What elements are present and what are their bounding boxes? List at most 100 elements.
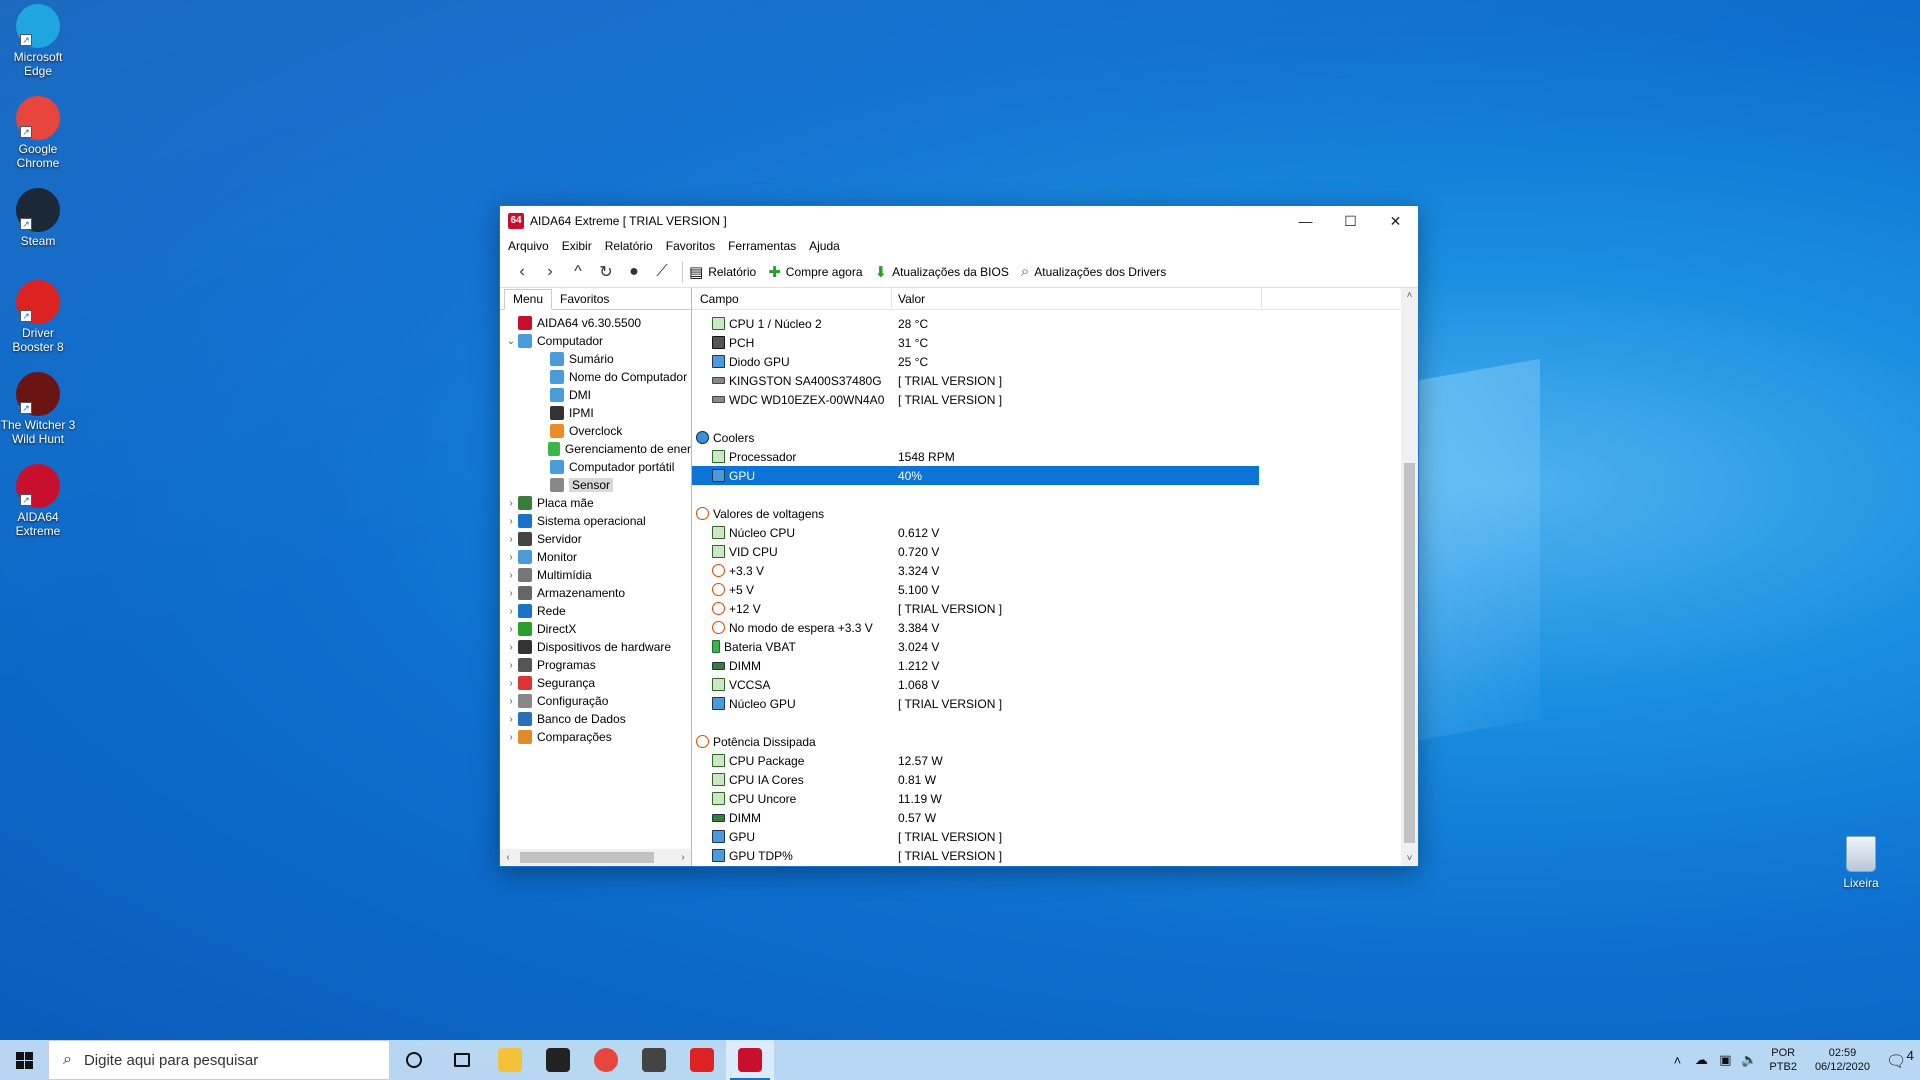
scroll-right-icon[interactable]: › bbox=[675, 852, 691, 863]
tree-item[interactable]: › Segurança bbox=[504, 674, 691, 692]
table-row[interactable]: +5 V 5.100 V bbox=[692, 580, 1398, 599]
table-row[interactable]: VCCSA 1.068 V bbox=[692, 675, 1398, 694]
chevron-right-icon[interactable]: › bbox=[504, 606, 518, 617]
tree-item[interactable]: › Servidor bbox=[504, 530, 691, 548]
scroll-up-icon[interactable]: ˄ bbox=[1401, 290, 1418, 301]
table-row[interactable]: DIMM 1.212 V bbox=[692, 656, 1398, 675]
tree-item[interactable]: › Banco de Dados bbox=[504, 710, 691, 728]
tree-item[interactable]: › Placa mãe bbox=[504, 494, 691, 512]
table-row[interactable]: No modo de espera +3.3 V 3.384 V bbox=[692, 618, 1398, 637]
tree-item[interactable]: IPMI bbox=[504, 404, 691, 422]
chevron-right-icon[interactable]: › bbox=[504, 516, 518, 527]
tree-item[interactable]: › Rede bbox=[504, 602, 691, 620]
table-row[interactable]: +3.3 V 3.324 V bbox=[692, 561, 1398, 580]
tab-menu[interactable]: Menu bbox=[504, 289, 553, 310]
onedrive-icon[interactable]: ☁ bbox=[1689, 1052, 1713, 1068]
table-row[interactable]: CPU Package 12.57 W bbox=[692, 751, 1398, 770]
group-header[interactable]: Coolers bbox=[692, 428, 1398, 447]
table-row[interactable] bbox=[692, 713, 1398, 732]
refresh-icon[interactable]: ↻ bbox=[592, 260, 620, 284]
chevron-right-icon[interactable]: › bbox=[504, 624, 518, 635]
network-icon[interactable]: ▣ bbox=[1713, 1052, 1737, 1068]
tree-item[interactable]: Gerenciamento de ener bbox=[504, 440, 691, 458]
chevron-right-icon[interactable]: › bbox=[504, 696, 518, 707]
chart-icon[interactable]: ⟋ bbox=[648, 260, 676, 284]
chevron-up-icon[interactable]: ˄ bbox=[1665, 1053, 1689, 1068]
tree-item[interactable]: › Dispositivos de hardware bbox=[504, 638, 691, 656]
table-row[interactable]: Núcleo CPU 0.612 V bbox=[692, 523, 1398, 542]
tree-item[interactable]: › Multimídia bbox=[504, 566, 691, 584]
scrollbar-thumb[interactable] bbox=[1404, 463, 1415, 843]
recycle-bin[interactable]: Lixeira bbox=[1826, 836, 1896, 890]
taskbar-app[interactable] bbox=[534, 1040, 582, 1080]
chevron-right-icon[interactable]: › bbox=[504, 642, 518, 653]
buy-now-button[interactable]: ✚ Compre agora bbox=[768, 263, 862, 281]
scroll-down-icon[interactable]: ˅ bbox=[1401, 853, 1418, 864]
start-button[interactable] bbox=[0, 1040, 48, 1080]
group-header[interactable]: Valores de voltagens bbox=[692, 504, 1398, 523]
maximize-button[interactable]: ☐ bbox=[1328, 206, 1373, 236]
menu-arquivo[interactable]: Arquivo bbox=[508, 239, 549, 253]
desktop-icon[interactable]: ↗ AIDA64 Extreme bbox=[0, 464, 76, 538]
table-row[interactable]: GPU 40% bbox=[692, 466, 1259, 485]
scrollbar-thumb[interactable] bbox=[520, 852, 654, 863]
back-icon[interactable]: ‹ bbox=[508, 260, 536, 284]
taskbar-app[interactable] bbox=[582, 1040, 630, 1080]
up-icon[interactable]: ^ bbox=[564, 260, 592, 284]
chevron-right-icon[interactable]: › bbox=[504, 732, 518, 743]
title-bar[interactable]: 64 AIDA64 Extreme [ TRIAL VERSION ] — ☐ … bbox=[500, 206, 1418, 236]
chevron-down-icon[interactable]: ⌄ bbox=[504, 336, 518, 347]
bios-updates-button[interactable]: ⬇ Atualizações da BIOS bbox=[875, 263, 1009, 281]
notification-center-button[interactable]: 🗨4 bbox=[1880, 1048, 1920, 1071]
tree-item[interactable]: Nome do Computador bbox=[504, 368, 691, 386]
desktop-icon[interactable]: ↗ Driver Booster 8 bbox=[0, 280, 76, 354]
tree-item[interactable]: › Sistema operacional bbox=[504, 512, 691, 530]
table-row[interactable]: CPU IA Cores 0.81 W bbox=[692, 770, 1398, 789]
tree-item[interactable]: ⌄ Computador bbox=[504, 332, 691, 350]
taskbar-app[interactable] bbox=[390, 1040, 438, 1080]
clock[interactable]: 02:59 06/12/2020 bbox=[1815, 1046, 1870, 1074]
table-row[interactable]: CPU Uncore 11.19 W bbox=[692, 789, 1398, 808]
driver-updates-button[interactable]: ⌕ Atualizações dos Drivers bbox=[1021, 263, 1166, 280]
chevron-right-icon[interactable]: › bbox=[504, 498, 518, 509]
group-header[interactable]: Potência Dissipada bbox=[692, 732, 1398, 751]
scroll-left-icon[interactable]: ‹ bbox=[500, 852, 516, 863]
report-button[interactable]: ▤ Relatório bbox=[689, 263, 756, 281]
column-valor[interactable]: Valor bbox=[892, 288, 1262, 309]
minimize-button[interactable]: — bbox=[1283, 206, 1328, 236]
taskbar-app[interactable] bbox=[438, 1040, 486, 1080]
chevron-right-icon[interactable]: › bbox=[504, 552, 518, 563]
table-row[interactable]: PCH 31 °C bbox=[692, 333, 1398, 352]
user-icon[interactable]: ● bbox=[620, 260, 648, 284]
column-campo[interactable]: Campo bbox=[692, 288, 892, 309]
table-row[interactable]: Núcleo GPU [ TRIAL VERSION ] bbox=[692, 694, 1398, 713]
tree-item[interactable]: DMI bbox=[504, 386, 691, 404]
chevron-right-icon[interactable]: › bbox=[504, 534, 518, 545]
tab-favoritos[interactable]: Favoritos bbox=[552, 290, 617, 309]
taskbar-app[interactable] bbox=[726, 1040, 774, 1080]
table-row[interactable] bbox=[692, 485, 1398, 504]
menu-favoritos[interactable]: Favoritos bbox=[666, 239, 715, 253]
tree-item[interactable]: AIDA64 v6.30.5500 bbox=[504, 314, 691, 332]
tree-item[interactable]: › Comparações bbox=[504, 728, 691, 746]
chevron-right-icon[interactable]: › bbox=[504, 714, 518, 725]
close-button[interactable]: ✕ bbox=[1373, 206, 1418, 236]
tree-item[interactable]: Computador portátil bbox=[504, 458, 691, 476]
chevron-right-icon[interactable]: › bbox=[504, 588, 518, 599]
chevron-right-icon[interactable]: › bbox=[504, 570, 518, 581]
menu-ajuda[interactable]: Ajuda bbox=[809, 239, 840, 253]
vertical-scrollbar[interactable]: ˄ ˅ bbox=[1401, 288, 1418, 866]
desktop-icon[interactable]: ↗ Google Chrome bbox=[0, 96, 76, 170]
table-row[interactable]: Bateria VBAT 3.024 V bbox=[692, 637, 1398, 656]
chevron-right-icon[interactable]: › bbox=[504, 660, 518, 671]
table-row[interactable]: GPU TDP% [ TRIAL VERSION ] bbox=[692, 846, 1398, 865]
table-row[interactable] bbox=[692, 409, 1398, 428]
menu-ferramentas[interactable]: Ferramentas bbox=[728, 239, 796, 253]
table-row[interactable]: KINGSTON SA400S37480G [ TRIAL VERSION ] bbox=[692, 371, 1398, 390]
table-row[interactable]: WDC WD10EZEX-00WN4A0 [ TRIAL VERSION ] bbox=[692, 390, 1398, 409]
tree-item[interactable]: › Configuração bbox=[504, 692, 691, 710]
tree-item[interactable]: › Monitor bbox=[504, 548, 691, 566]
tree-item[interactable]: Overclock bbox=[504, 422, 691, 440]
table-row[interactable]: DIMM 0.57 W bbox=[692, 808, 1398, 827]
tree-item[interactable]: › Armazenamento bbox=[504, 584, 691, 602]
